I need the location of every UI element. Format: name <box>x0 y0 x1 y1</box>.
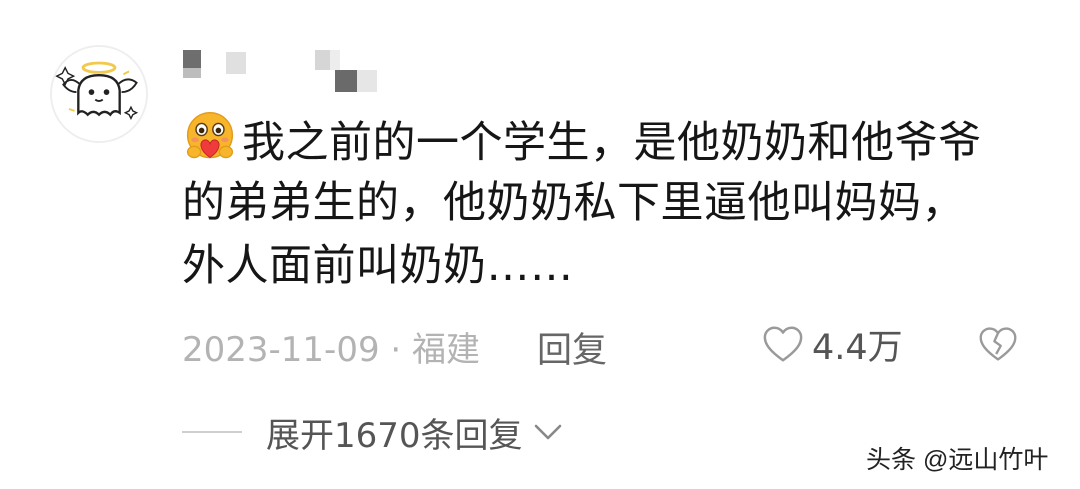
comment-meta-row: 2023-11-09 · 福建 回复 4.4万 <box>182 318 1042 373</box>
chevron-down-icon <box>534 424 561 440</box>
watermark: 头条 @远山竹叶 <box>866 446 1049 474</box>
angel-ghost-avatar-icon <box>52 47 146 141</box>
comment-date-location: 2023-11-09 · 福建 <box>182 330 481 370</box>
broken-heart-icon <box>979 327 1017 361</box>
comment-line-3: 外人面前叫奶奶…… <box>182 241 574 291</box>
expand-divider <box>182 431 242 433</box>
hugging-heart-emoji-icon <box>182 109 238 165</box>
expand-replies-label: 展开1670条回复 <box>266 415 523 456</box>
expand-replies-button[interactable]: 展开1670条回复 <box>182 404 682 460</box>
dislike-button[interactable] <box>978 324 1018 364</box>
username-pixelated[interactable] <box>183 50 393 92</box>
reply-button[interactable]: 回复 <box>537 322 607 373</box>
comment-text: 我之前的一个学生，是他奶奶和他爷爷 的弟弟生的，他奶奶私下里逼他叫妈妈， 外人面… <box>182 109 1042 298</box>
like-count: 4.4万 <box>812 327 903 368</box>
comment-line-2: 的弟弟生的，他奶奶私下里逼他叫妈妈， <box>182 178 965 228</box>
like-button[interactable]: 4.4万 <box>762 318 903 370</box>
comment-line-1-text: 我之前的一个学生，是他奶奶和他爷爷 <box>242 118 982 168</box>
comment-line-1: 我之前的一个学生，是他奶奶和他爷爷 <box>182 109 1042 172</box>
heart-outline-icon <box>763 326 803 362</box>
user-avatar[interactable] <box>50 45 148 143</box>
